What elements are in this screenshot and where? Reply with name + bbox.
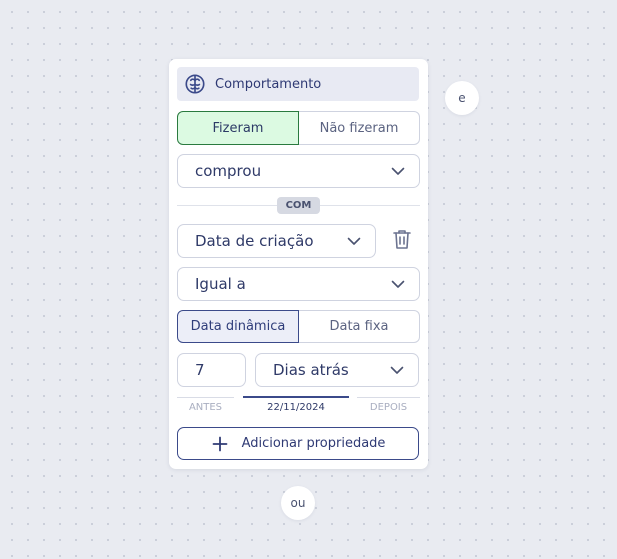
trash-icon [392, 228, 412, 254]
plus-icon [211, 435, 229, 453]
add-property-button[interactable]: Adicionar propriedade [177, 427, 419, 460]
before-track [177, 397, 234, 398]
card-title: Comportamento [215, 76, 322, 92]
date-type-toggle: Data dinâmica Data fixa [177, 310, 420, 343]
chevron-down-icon [388, 361, 406, 379]
behavior-filter-card: Comportamento Fizeram Não fizeram compro… [169, 59, 428, 469]
fixed-date-option[interactable]: Data fixa [299, 310, 420, 343]
operator-select-value: Igual a [195, 275, 246, 293]
with-badge: COM [277, 197, 320, 214]
date-range-indicator: ANTES 22/11/2024 DEPOIS [169, 395, 428, 417]
add-property-label: Adicionar propriedade [241, 436, 386, 451]
and-connector-button[interactable]: e [445, 81, 479, 115]
performed-option[interactable]: Fizeram [177, 111, 299, 145]
performed-toggle: Fizeram Não fizeram [177, 111, 420, 145]
event-select-value: comprou [195, 162, 262, 180]
before-label: ANTES [188, 402, 223, 413]
property-select-value: Data de criação [195, 232, 314, 250]
operator-select[interactable]: Igual a [177, 267, 420, 301]
not-performed-option[interactable]: Não fizeram [299, 111, 420, 145]
unit-select[interactable]: Dias atrás [255, 353, 419, 387]
event-select[interactable]: comprou [177, 154, 420, 188]
brain-icon [184, 73, 206, 95]
card-header: Comportamento [177, 67, 419, 101]
unit-select-value: Dias atrás [273, 361, 349, 379]
chevron-down-icon [389, 162, 407, 180]
property-select[interactable]: Data de criação [177, 224, 376, 258]
dynamic-date-option[interactable]: Data dinâmica [177, 310, 299, 343]
or-connector-button[interactable]: ou [281, 486, 315, 520]
amount-input[interactable] [177, 353, 246, 387]
delete-property-button[interactable] [391, 229, 413, 253]
after-label: DEPOIS [369, 402, 408, 413]
current-date: 22/11/2024 [267, 402, 325, 413]
chevron-down-icon [345, 232, 363, 250]
current-date-track [243, 396, 349, 398]
after-track [357, 397, 420, 398]
chevron-down-icon [389, 275, 407, 293]
